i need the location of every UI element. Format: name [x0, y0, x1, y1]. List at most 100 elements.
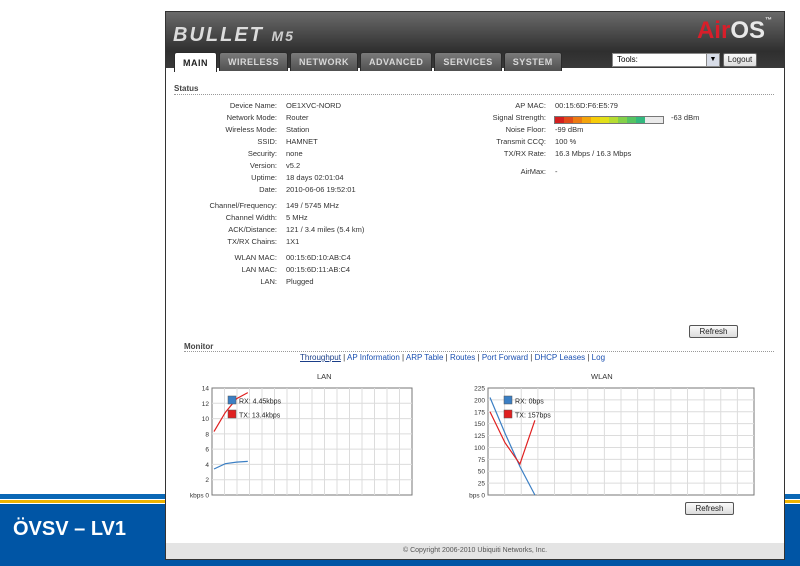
product-name: BULLET — [173, 24, 264, 46]
status-value: Plugged — [286, 277, 314, 286]
status-label: LAN: — [260, 277, 277, 286]
status-label: Channel Width: — [225, 213, 277, 222]
status-value: -63 dBm — [671, 113, 700, 122]
signal-segment — [573, 117, 582, 123]
status-label: Device Name: — [229, 101, 277, 110]
link-log[interactable]: Log — [592, 353, 605, 362]
header-bar: BULLET M5 AirOS™ MAIN WIRELESS NETWORK A… — [166, 12, 784, 72]
status-value: OE1XVC-NORD — [286, 101, 342, 110]
lan-graph-title: LAN — [317, 372, 332, 381]
monitor-section-title: Monitor — [184, 342, 214, 351]
y-tick-label: 4 — [205, 462, 209, 469]
signal-segment — [654, 117, 663, 123]
status-value: 121 / 3.4 miles (5.4 km) — [286, 225, 365, 234]
link-port-forward[interactable]: Port Forward — [482, 353, 528, 362]
product-suffix: M5 — [271, 28, 295, 44]
legend-label: TX: 157bps — [515, 413, 551, 420]
tab-advanced[interactable]: ADVANCED — [360, 52, 433, 71]
status-label: Security: — [247, 149, 277, 158]
status-label: Date: — [259, 185, 277, 194]
status-value: 00:15:6D:11:AB:C4 — [286, 265, 351, 274]
status-value: none — [286, 149, 303, 158]
status-label: Transmit CCQ: — [496, 137, 546, 146]
wlan-graph-title: WLAN — [591, 372, 613, 381]
signal-segment — [618, 117, 627, 123]
status-label: TX/RX Rate: — [503, 149, 546, 158]
link-routes[interactable]: Routes — [450, 353, 475, 362]
signal-segment — [609, 117, 618, 123]
y-tick-label: 100 — [474, 445, 485, 452]
signal-segment — [600, 117, 609, 123]
status-refresh-button[interactable]: Refresh — [689, 325, 738, 338]
tab-main[interactable]: MAIN — [174, 52, 217, 72]
y-tick-label: 8 — [205, 431, 209, 438]
signal-segment — [636, 117, 645, 123]
brand-air: Air — [696, 17, 731, 44]
signal-segment — [582, 117, 591, 123]
monitor-links: Throughput | AP Information | ARP Table … — [300, 353, 606, 362]
divider — [184, 351, 774, 352]
signal-segment — [627, 117, 636, 123]
lan-throughput-chart: 14 12 10 8 6 4 2 kbps 0 RX: 4.45kbps TX: 13.4kbps — [190, 386, 413, 500]
tools-label: Tools: — [617, 55, 638, 64]
y-tick-label: 2 — [205, 477, 209, 484]
status-label: Network Mode: — [226, 113, 277, 122]
tab-network[interactable]: NETWORK — [290, 52, 359, 71]
slide: ÖVSV – LV1 BULLET M5 AirOS™ MAIN WIRELES… — [0, 0, 800, 566]
tools-dropdown[interactable]: Tools: ▼ — [612, 53, 720, 67]
main-tabs: MAIN WIRELESS NETWORK ADVANCED SERVICES … — [174, 52, 564, 72]
signal-strength-bar — [554, 116, 664, 124]
tab-system[interactable]: SYSTEM — [503, 52, 562, 71]
monitor-refresh-button[interactable]: Refresh — [685, 502, 734, 515]
status-value: 16.3 Mbps / 16.3 Mbps — [555, 149, 632, 158]
status-value: Station — [286, 125, 310, 134]
status-label: Wireless Mode: — [225, 125, 277, 134]
y-tick-label: 12 — [202, 401, 210, 408]
y-tick-label: 200 — [474, 397, 485, 404]
status-value: v5.2 — [286, 161, 301, 170]
y-tick-label: kbps 0 — [190, 493, 210, 500]
link-arp-table[interactable]: ARP Table — [406, 353, 444, 362]
status-label: Uptime: — [251, 173, 277, 182]
status-label: Signal Strength: — [492, 113, 546, 122]
status-value: HAMNET — [286, 137, 318, 146]
status-value: 2010-06-06 19:52:01 — [286, 185, 356, 194]
slide-title: ÖVSV – LV1 — [13, 518, 127, 540]
divider — [174, 94, 774, 95]
chevron-down-icon[interactable]: ▼ — [706, 54, 719, 66]
tab-services[interactable]: SERVICES — [434, 52, 502, 71]
y-tick-label: 50 — [478, 469, 486, 476]
status-section-title: Status — [174, 84, 199, 93]
y-tick-label: 150 — [474, 421, 485, 428]
logout-button[interactable]: Logout — [723, 53, 757, 67]
status-value: Router — [286, 113, 309, 122]
legend-label: RX: 0bps — [515, 399, 544, 406]
signal-segment — [645, 117, 654, 123]
link-ap-information[interactable]: AP Information — [347, 353, 400, 362]
legend-swatch — [227, 409, 237, 419]
status-value: 18 days 02:01:04 — [286, 173, 344, 182]
signal-segment — [591, 117, 600, 123]
y-tick-label: 14 — [202, 386, 210, 393]
status-value: - — [555, 167, 558, 176]
status-label: Noise Floor: — [505, 125, 546, 134]
legend-swatch — [227, 395, 237, 405]
status-label: WLAN MAC: — [234, 253, 277, 262]
wlan-throughput-chart: 225 200 175 150 125 100 75 50 25 bps 0 RX: 0bps TX:… — [469, 386, 755, 500]
status-value: 149 / 5745 MHz — [286, 201, 339, 210]
signal-segment — [555, 117, 564, 123]
legend-label: TX: 13.4kbps — [239, 413, 281, 420]
legend-label: RX: 4.45kbps — [239, 399, 282, 406]
legend-swatch — [503, 409, 513, 419]
legend-swatch — [503, 395, 513, 405]
brand-os: OS — [730, 17, 765, 44]
status-label: AirMax: — [520, 167, 546, 176]
status-value: 5 MHz — [286, 213, 308, 222]
link-throughput[interactable]: Throughput — [300, 353, 341, 362]
status-label: ACK/Distance: — [228, 225, 277, 234]
status-label: AP MAC: — [515, 101, 546, 110]
tab-wireless[interactable]: WIRELESS — [219, 52, 289, 71]
status-label: LAN MAC: — [241, 265, 277, 274]
status-label: Version: — [249, 161, 277, 170]
link-dhcp-leases[interactable]: DHCP Leases — [535, 353, 586, 362]
